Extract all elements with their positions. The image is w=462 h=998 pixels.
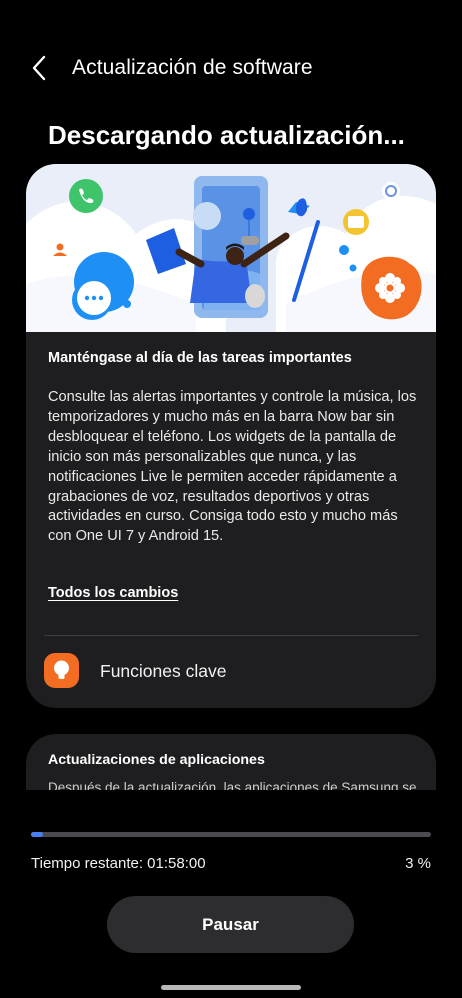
- update-info-card: Manténgase al día de las tareas importan…: [26, 164, 436, 708]
- back-button[interactable]: [28, 54, 52, 82]
- mail-icon: [343, 209, 369, 235]
- lightbulb-icon: [44, 653, 79, 688]
- contact-icon: [49, 239, 71, 261]
- key-features-label: Funciones clave: [100, 661, 227, 681]
- update-illustration: [26, 164, 436, 332]
- download-progress-fill: [31, 832, 43, 837]
- card-heading: Manténgase al día de las tareas importan…: [48, 350, 352, 366]
- home-indicator[interactable]: [161, 985, 301, 990]
- pause-button[interactable]: Pausar: [107, 896, 354, 953]
- software-update-screen: Actualización de software Descargando ac…: [0, 0, 462, 998]
- phone-icon: [69, 179, 103, 213]
- key-features-row[interactable]: Funciones clave: [26, 646, 436, 696]
- card-body-text: Consulte las alertas importantes y contr…: [48, 389, 417, 545]
- flower-icon: [361, 256, 422, 320]
- download-progress-bar: [31, 832, 431, 837]
- time-remaining: Tiempo restante: 01:58:00: [31, 855, 206, 872]
- chevron-left-icon: [32, 55, 46, 81]
- header-title: Actualización de software: [72, 56, 313, 79]
- header: Actualización de software: [0, 50, 462, 86]
- app-updates-title: Actualizaciones de aplicaciones: [48, 752, 265, 768]
- all-changes-link[interactable]: Todos los cambios: [48, 585, 178, 601]
- divider: [44, 635, 418, 636]
- progress-percent: 3 %: [405, 855, 431, 872]
- status-title: Descargando actualización...: [48, 120, 405, 150]
- settings-icon: [382, 182, 400, 200]
- scroll-clip: [0, 790, 462, 824]
